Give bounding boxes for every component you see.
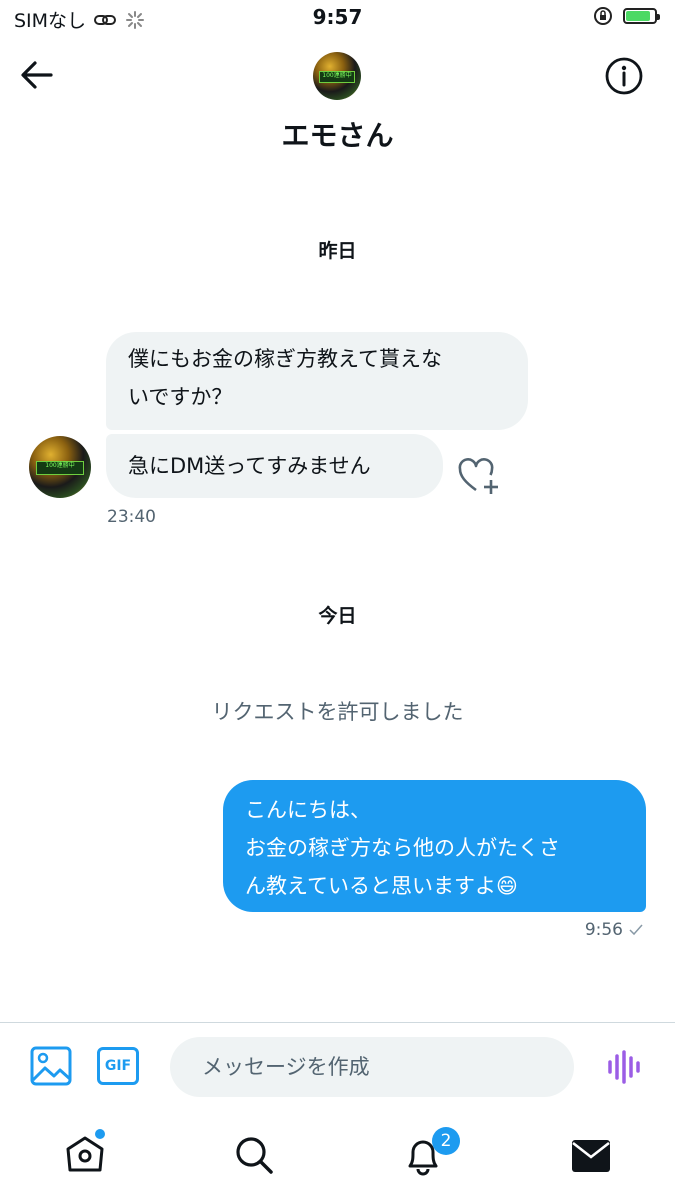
avatar-band-text: 100連勝中 [36, 460, 84, 476]
outgoing-timestamp: 9:56 [584, 920, 623, 940]
mail-icon[interactable] [571, 1139, 611, 1173]
gif-button[interactable]: GIF [97, 1047, 139, 1085]
voice-message-icon[interactable] [606, 1050, 642, 1084]
home-unread-dot [95, 1129, 105, 1139]
status-right [593, 6, 660, 26]
outgoing-meta: 9:56 [585, 920, 643, 940]
request-accepted-notice: リクエストを許可しました [211, 700, 464, 724]
back-arrow-icon[interactable] [20, 58, 54, 92]
like-heart-plus-icon[interactable] [457, 456, 501, 496]
image-icon[interactable] [30, 1046, 72, 1086]
incoming-message-bubble[interactable]: 急にDM送ってすみません [106, 434, 443, 498]
message-line: いですか？ [128, 385, 233, 409]
message-text: 急にDM送ってすみません [128, 454, 371, 478]
status-time: 9:57 [312, 5, 363, 29]
search-icon[interactable] [234, 1135, 274, 1175]
message-line: 僕にもお金の稼ぎ方教えて貰えな [128, 347, 442, 371]
header-avatar[interactable]: 100連勝中 [313, 52, 361, 100]
message-line: ん教えていると思いますよ😄 [245, 874, 518, 898]
battery-level [626, 11, 650, 21]
sender-avatar[interactable]: 100連勝中 [29, 436, 91, 498]
day-label-today: 今日 [318, 605, 357, 627]
contact-name[interactable]: エモさん [0, 114, 675, 154]
info-icon[interactable] [604, 56, 644, 96]
composer-divider [0, 1022, 675, 1023]
battery-icon [623, 8, 660, 24]
incoming-timestamp: 23:40 [107, 507, 156, 527]
message-line: お金の稼ぎ方なら他の人がたくさ [245, 836, 560, 860]
outgoing-message-bubble[interactable]: こんにちは、 お金の稼ぎ方なら他の人がたくさ ん教えていると思いますよ😄 [223, 780, 646, 912]
orientation-lock-icon [594, 7, 612, 25]
avatar-band-text: 100連勝中 [318, 71, 356, 83]
sent-check-icon [629, 924, 643, 936]
day-label-yesterday: 昨日 [318, 240, 357, 262]
message-line: こんにちは、 [245, 798, 371, 822]
message-input[interactable]: メッセージを作成 [170, 1037, 574, 1097]
incoming-message-bubble[interactable]: 僕にもお金の稼ぎ方教えて貰えな いですか？ [106, 332, 528, 430]
notification-count-badge: 2 [432, 1127, 460, 1155]
